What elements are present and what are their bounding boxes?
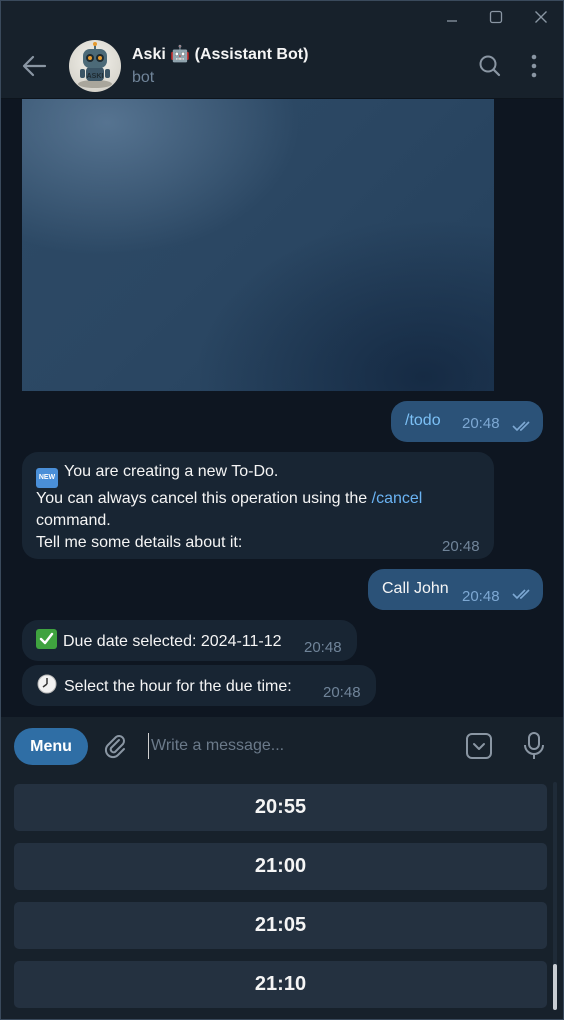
message-text: You can always cancel this operation usi…: [36, 490, 372, 507]
keyboard-button[interactable]: 21:05: [14, 902, 547, 949]
more-options-button[interactable]: [521, 53, 547, 79]
window-titlebar: [1, 1, 563, 33]
keyboard-button[interactable]: 21:00: [14, 843, 547, 890]
clock-icon: [36, 674, 58, 694]
maximize-button[interactable]: [473, 1, 519, 33]
robot-avatar-icon: ASKI: [78, 42, 112, 88]
message-bubble-outgoing[interactable]: /todo 20:48: [391, 401, 543, 442]
message-bubble-incoming[interactable]: Select the hour for the due time: 20:48: [22, 665, 376, 706]
minimize-button[interactable]: [429, 1, 475, 33]
close-icon: [535, 11, 547, 23]
svg-text:ASKI: ASKI: [87, 73, 104, 80]
message-bubble-incoming[interactable]: Due date selected: 2024-11-12 20:48: [22, 620, 357, 661]
scrollbar-thumb[interactable]: [553, 964, 557, 1010]
chat-subtitle: bot: [132, 69, 155, 86]
message-text: command.: [36, 512, 111, 529]
search-icon: [479, 55, 501, 77]
chat-title[interactable]: Aski 🤖 (Assistant Bot): [132, 44, 308, 64]
blurred-photo[interactable]: [22, 99, 494, 391]
minimize-icon: [447, 20, 457, 22]
maximize-icon: [489, 10, 503, 24]
message-text: /todo: [405, 412, 441, 429]
attach-button[interactable]: [101, 732, 129, 760]
message-text: Select the hour for the due time:: [64, 678, 292, 695]
close-button[interactable]: [518, 1, 563, 33]
message-time: 20:48: [323, 684, 361, 701]
message-text: Tell me some details about it:: [36, 534, 243, 551]
message-time: 20:48: [462, 588, 500, 605]
keyboard-button[interactable]: 21:10: [14, 961, 547, 1008]
message-line: You can always cancel this operation usi…: [36, 488, 480, 510]
message-text: Call John: [382, 580, 449, 597]
message-bubble-outgoing[interactable]: Call John 20:48: [368, 569, 543, 610]
reply-keyboard: 20:55 21:00 21:05 21:10: [1, 774, 563, 1019]
message-time: 20:48: [304, 639, 342, 656]
keyboard-button[interactable]: 20:55: [14, 784, 547, 831]
microphone-icon: [524, 732, 544, 759]
message-line: NEW You are creating a new To-Do.: [36, 461, 480, 488]
telegram-window: ASKI Aski 🤖 (Assistant Bot) bot /todo 20…: [0, 0, 564, 1020]
paperclip-icon: [104, 735, 125, 759]
bot-menu-button[interactable]: Menu: [14, 728, 88, 765]
double-check-icon: [512, 589, 530, 600]
new-badge-icon: NEW: [36, 468, 58, 488]
avatar[interactable]: ASKI: [69, 40, 121, 92]
cancel-command-link[interactable]: /cancel: [372, 490, 423, 507]
message-text: You are creating a new To-Do.: [64, 463, 279, 480]
keyboard-collapse-icon: [466, 733, 492, 759]
check-mark-icon: [36, 629, 57, 649]
voice-message-button[interactable]: [521, 730, 547, 762]
message-bubble-incoming[interactable]: NEW You are creating a new To-Do. You can…: [22, 452, 494, 559]
keyboard-scrollbar[interactable]: [553, 782, 557, 1010]
message-time: 20:48: [462, 415, 500, 432]
search-button[interactable]: [477, 53, 503, 79]
back-button[interactable]: [19, 52, 49, 80]
message-composer: Menu: [1, 717, 563, 774]
message-input[interactable]: [148, 733, 448, 759]
bot-keyboard-toggle[interactable]: [465, 732, 493, 760]
chat-header: ASKI Aski 🤖 (Assistant Bot) bot: [1, 33, 563, 99]
message-list[interactable]: /todo 20:48 NEW You are creating a new To…: [1, 99, 563, 717]
double-check-icon: [512, 421, 530, 432]
message-time: 20:48: [442, 538, 480, 555]
arrow-left-icon: [22, 55, 47, 77]
message-text: Due date selected: 2024-11-12: [63, 633, 282, 650]
more-vertical-icon: [531, 54, 537, 78]
